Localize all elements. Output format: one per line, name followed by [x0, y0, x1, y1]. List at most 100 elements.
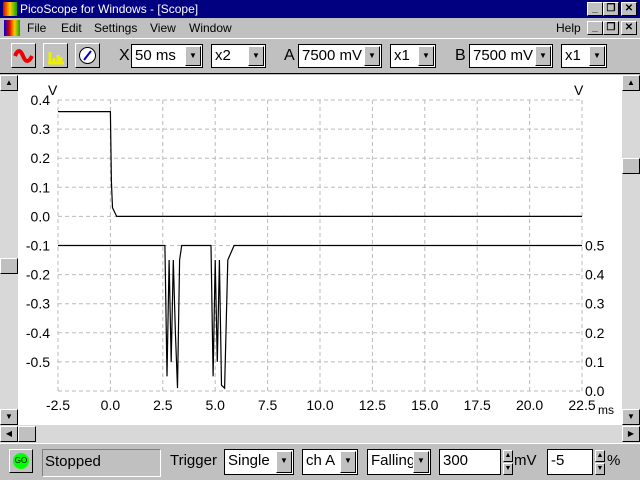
b-range-value: 7500 mV — [473, 47, 534, 64]
chevron-down-icon: ▼ — [364, 46, 380, 66]
left-scrollbar[interactable]: ▲ ▼ — [0, 75, 18, 425]
right-tick-label: 0.0 — [585, 383, 605, 399]
scope-display: -2.5 0.0 2.5 5.0 7.5 10.0 12.5 15.0 17.5 20.0 22.5… — [18, 75, 622, 425]
b-multiplier-value: x1 — [565, 47, 581, 64]
x-tick-label: -2.5 — [46, 397, 70, 413]
scroll-thumb[interactable] — [622, 158, 640, 174]
app-icon — [3, 2, 17, 16]
scroll-thumb[interactable] — [0, 258, 18, 274]
x-tick-label: 0.0 — [101, 397, 121, 413]
menu-settings[interactable]: Settings — [94, 21, 137, 35]
channel-b-multiplier-select[interactable]: x1 ▼ — [561, 44, 607, 68]
trigger-mode-value: Single — [228, 452, 270, 469]
a-range-value: 7500 mV — [302, 47, 363, 64]
trigger-level-input[interactable]: 300 — [439, 449, 501, 475]
doc-minimize-button[interactable]: _ — [587, 21, 603, 35]
spectrum-icon — [48, 52, 64, 65]
trigger-channel-value: ch A — [306, 452, 336, 469]
x-tick-label: 2.5 — [153, 397, 173, 413]
minimize-button[interactable]: _ — [587, 2, 603, 16]
x-multiplier-select[interactable]: x2 ▼ — [211, 44, 266, 68]
x-tick-label: 15.0 — [411, 397, 438, 413]
menu-edit[interactable]: Edit — [61, 21, 82, 35]
right-unit-label: V — [574, 82, 584, 98]
trigger-edge-select[interactable]: Falling ▼ — [367, 449, 431, 475]
menu-bar: File Edit Settings View Window Help _ ❐ … — [0, 18, 640, 38]
x-multiplier-value: x2 — [215, 47, 231, 64]
scroll-up-icon[interactable]: ▲ — [622, 75, 640, 91]
horizontal-scrollbar[interactable]: ◀ ▶ — [0, 425, 640, 443]
left-tick-label: -0.5 — [26, 354, 50, 370]
go-button[interactable]: GO — [9, 449, 33, 473]
channel-a-multiplier-select[interactable]: x1 ▼ — [390, 44, 436, 68]
scroll-up-icon[interactable]: ▲ — [0, 75, 18, 91]
x-tick-label: 10.0 — [306, 397, 333, 413]
right-tick-label: 0.2 — [585, 325, 605, 341]
left-tick-label: 0.0 — [31, 208, 51, 224]
chevron-down-icon: ▼ — [276, 451, 292, 473]
scroll-thumb[interactable] — [18, 426, 36, 442]
doc-close-button[interactable]: ✕ — [621, 21, 637, 35]
x-tick-label: 20.0 — [516, 397, 543, 413]
pretrigger-input[interactable]: -5 — [547, 449, 593, 475]
channel-a-range-select[interactable]: 7500 mV ▼ — [298, 44, 382, 68]
toolbar: X 50 ms ▼ x2 ▼ A 7500 mV ▼ x1 ▼ B 7500 mV ▼ x… — [0, 38, 640, 74]
right-tick-label: 0.3 — [585, 296, 605, 312]
status-text: Stopped — [42, 449, 161, 477]
b-label: B — [455, 47, 466, 64]
chevron-down-icon: ▼ — [340, 451, 356, 473]
waveform-icon — [13, 49, 34, 63]
x-tick-label: 17.5 — [464, 397, 491, 413]
doc-restore-button[interactable]: ❐ — [603, 21, 619, 35]
doc-icon — [4, 20, 20, 36]
restore-button[interactable]: ❐ — [603, 2, 619, 16]
status-bar: GO Stopped Trigger Single ▼ ch A ▼ Falling… — [0, 443, 640, 480]
scope-mode-button[interactable] — [11, 43, 36, 68]
level-up-icon[interactable]: ▲ — [503, 450, 513, 462]
left-unit-label: V — [48, 82, 58, 98]
right-scrollbar[interactable]: ▲ ▼ — [622, 75, 640, 425]
scroll-left-icon[interactable]: ◀ — [0, 426, 18, 442]
chevron-down-icon: ▼ — [589, 46, 605, 66]
left-tick-label: 0.2 — [31, 150, 51, 166]
x-tick-label: 12.5 — [359, 397, 386, 413]
scroll-down-icon[interactable]: ▼ — [622, 409, 640, 425]
menu-window[interactable]: Window — [189, 21, 232, 35]
level-down-icon[interactable]: ▼ — [503, 463, 513, 475]
channel-b-range-select[interactable]: 7500 mV ▼ — [469, 44, 553, 68]
a-label: A — [284, 47, 295, 64]
timebase-value: 50 ms — [135, 47, 176, 64]
x-tick-label: 7.5 — [258, 397, 278, 413]
meter-icon — [79, 47, 96, 64]
title-bar: PicoScope for Windows - [Scope] _ ❐ ✕ — [0, 0, 640, 18]
trigger-mode-select[interactable]: Single ▼ — [224, 449, 294, 475]
timebase-select[interactable]: 50 ms ▼ — [131, 44, 203, 68]
close-button[interactable]: ✕ — [621, 2, 637, 16]
trigger-edge-value: Falling — [371, 452, 416, 469]
right-tick-label: 0.4 — [585, 267, 605, 283]
chevron-down-icon: ▼ — [413, 451, 429, 473]
menu-view[interactable]: View — [150, 21, 176, 35]
x-label: X — [119, 47, 130, 64]
x-tick-label: 22.5 — [568, 397, 595, 413]
left-tick-label: 0.3 — [31, 121, 51, 137]
x-unit-label: ms — [598, 403, 614, 417]
level-unit: mV — [514, 452, 537, 469]
scroll-right-icon[interactable]: ▶ — [622, 426, 640, 442]
window-title: PicoScope for Windows - [Scope] — [20, 2, 199, 16]
menu-help[interactable]: Help — [556, 21, 581, 35]
right-tick-label: 0.5 — [585, 238, 605, 254]
trigger-channel-select[interactable]: ch A ▼ — [302, 449, 358, 475]
meter-mode-button[interactable] — [75, 43, 100, 68]
spectrum-mode-button[interactable] — [43, 43, 68, 68]
chevron-down-icon: ▼ — [185, 46, 201, 66]
left-tick-label: 0.1 — [31, 179, 51, 195]
scroll-down-icon[interactable]: ▼ — [0, 409, 18, 425]
menu-file[interactable]: File — [27, 21, 46, 35]
pretrigger-up-icon[interactable]: ▲ — [595, 450, 605, 462]
chevron-down-icon: ▼ — [535, 46, 551, 66]
left-tick-label: -0.3 — [26, 296, 50, 312]
pretrigger-down-icon[interactable]: ▼ — [595, 463, 605, 475]
left-tick-label: -0.2 — [26, 267, 50, 283]
right-tick-label: 0.1 — [585, 354, 605, 370]
